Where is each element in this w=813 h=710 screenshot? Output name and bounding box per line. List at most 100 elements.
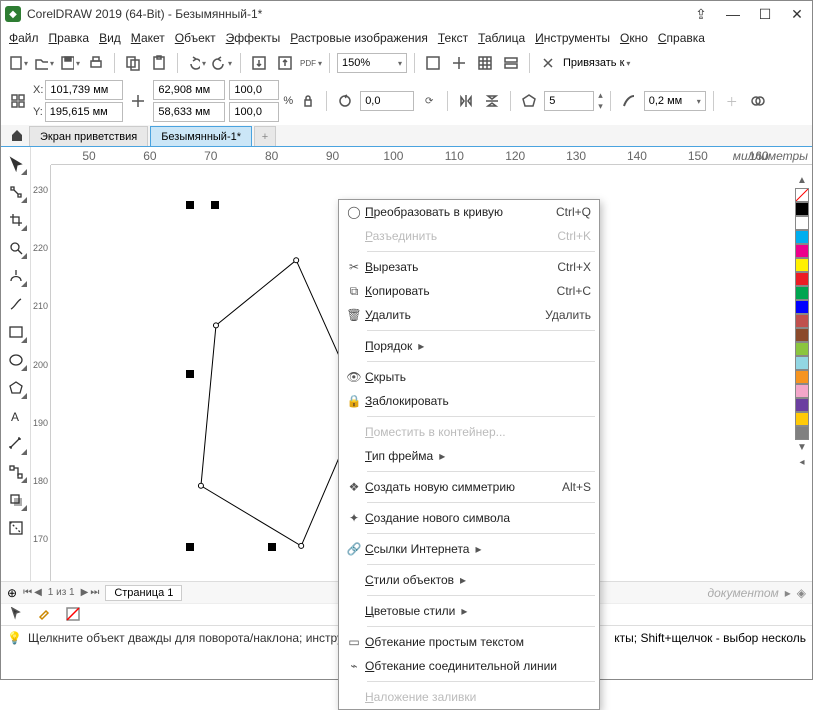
ctx-скрыть[interactable]: 👁Скрыть: [339, 365, 599, 389]
undo-button[interactable]: [185, 52, 207, 74]
swatch[interactable]: [795, 342, 809, 356]
menu-text[interactable]: Текст: [438, 31, 468, 45]
swatch[interactable]: [795, 244, 809, 258]
swatch[interactable]: [795, 258, 809, 272]
no-fill-swatch[interactable]: [795, 188, 809, 202]
ctx-создание-нового-символа[interactable]: ✦Создание нового символа: [339, 506, 599, 530]
rotate-stepper[interactable]: ⟳: [418, 90, 440, 112]
add-preset[interactable]: ＋: [721, 90, 743, 112]
export-icon[interactable]: ⇪: [690, 5, 712, 23]
menu-window[interactable]: Окно: [620, 31, 648, 45]
print-button[interactable]: [85, 52, 107, 74]
minimize-button[interactable]: —: [722, 5, 744, 23]
export-button[interactable]: [274, 52, 296, 74]
drop-shadow-tool[interactable]: [5, 489, 27, 511]
freehand-tool[interactable]: [5, 265, 27, 287]
dimension-tool[interactable]: [5, 433, 27, 455]
first-page[interactable]: ⏮: [23, 587, 32, 598]
prev-page[interactable]: ◀: [34, 587, 42, 598]
guides-button[interactable]: [500, 52, 522, 74]
zoom-tool[interactable]: [5, 237, 27, 259]
page-tab[interactable]: Страница 1: [105, 585, 182, 601]
new-button[interactable]: [7, 52, 29, 74]
ctx-стили-объектов[interactable]: Стили объектов: [339, 568, 599, 592]
tab-welcome[interactable]: Экран приветствия: [29, 126, 148, 146]
ctx-вырезать[interactable]: ✂ВырезатьCtrl+X: [339, 255, 599, 279]
ctx-заблокировать[interactable]: 🔒Заблокировать: [339, 389, 599, 413]
ctx-порядок[interactable]: Порядок: [339, 334, 599, 358]
copy-button[interactable]: [122, 52, 144, 74]
menu-effects[interactable]: Эффекты: [226, 31, 281, 45]
menu-object[interactable]: Объект: [175, 31, 216, 45]
menu-table[interactable]: Таблица: [478, 31, 525, 45]
ctx-обтекание-соединительной-линии[interactable]: ⌁Обтекание соединительной линии: [339, 654, 599, 678]
maximize-button[interactable]: ☐: [754, 5, 776, 23]
connector-tool[interactable]: [5, 461, 27, 483]
h-field[interactable]: [158, 106, 220, 118]
selection-handle[interactable]: [186, 543, 194, 551]
tab-document[interactable]: Безымянный-1*: [150, 126, 252, 146]
swatch[interactable]: [795, 202, 809, 216]
swatch[interactable]: [795, 370, 809, 384]
menu-tools[interactable]: Инструменты: [535, 31, 610, 45]
sides-stepper[interactable]: ▴▾: [598, 90, 603, 112]
snap-toggle[interactable]: [537, 52, 559, 74]
menu-help[interactable]: Справка: [658, 31, 705, 45]
save-button[interactable]: [59, 52, 81, 74]
ctx-удалить[interactable]: 🗑УдалитьУдалить: [339, 303, 599, 327]
transparency-tool[interactable]: [5, 517, 27, 539]
swatch[interactable]: [795, 230, 809, 244]
close-button[interactable]: ✕: [786, 5, 808, 23]
swatch[interactable]: [795, 300, 809, 314]
last-page[interactable]: ⏭: [90, 587, 99, 598]
nav-right[interactable]: ▸: [785, 586, 791, 600]
menu-layout[interactable]: Макет: [131, 31, 165, 45]
paste-button[interactable]: [148, 52, 170, 74]
swatch[interactable]: [795, 356, 809, 370]
ctx-преобразовать-в-кривую[interactable]: ◯Преобразовать в кривуюCtrl+Q: [339, 200, 599, 224]
menu-file[interactable]: Файл: [9, 31, 39, 45]
selection-handle[interactable]: [186, 370, 194, 378]
y-field[interactable]: [50, 106, 118, 118]
menu-view[interactable]: Вид: [99, 31, 121, 45]
swatch[interactable]: [795, 384, 809, 398]
lock-ratio[interactable]: [297, 90, 319, 112]
swatch[interactable]: [795, 398, 809, 412]
x-field[interactable]: [50, 84, 118, 96]
import-button[interactable]: [248, 52, 270, 74]
grid-button[interactable]: [474, 52, 496, 74]
mirror-v[interactable]: [481, 90, 503, 112]
rotation-field[interactable]: [365, 95, 409, 107]
home-icon[interactable]: [7, 125, 27, 145]
artistic-media-tool[interactable]: [5, 293, 27, 315]
palette-down[interactable]: ▼: [797, 442, 807, 453]
snap-dropdown[interactable]: Привязать к: [563, 57, 630, 69]
w-field[interactable]: [158, 84, 220, 96]
swatch[interactable]: [795, 314, 809, 328]
palette-expand[interactable]: ◂: [799, 457, 804, 468]
shape-tool[interactable]: [5, 181, 27, 203]
fullscreen-button[interactable]: [422, 52, 444, 74]
swatch[interactable]: [795, 426, 809, 440]
weld-button[interactable]: [747, 90, 769, 112]
swatch[interactable]: [795, 216, 809, 230]
add-page-icon[interactable]: ⊕: [7, 586, 17, 600]
next-page[interactable]: ▶: [81, 587, 89, 598]
pick-tool[interactable]: [5, 153, 27, 175]
ctx-ссылки-интернета[interactable]: 🔗Ссылки Интернета: [339, 537, 599, 561]
swatch[interactable]: [795, 272, 809, 286]
polygon-tool[interactable]: [5, 377, 27, 399]
selection-handle[interactable]: [268, 543, 276, 551]
rectangle-tool[interactable]: [5, 321, 27, 343]
swatch[interactable]: [795, 286, 809, 300]
mirror-h[interactable]: [455, 90, 477, 112]
menu-edit[interactable]: Правка: [49, 31, 90, 45]
rulers-button[interactable]: [448, 52, 470, 74]
palette-up[interactable]: ▲: [797, 175, 807, 186]
text-tool[interactable]: A: [5, 405, 27, 427]
ctx-обтекание-простым-текстом[interactable]: ▭Обтекание простым текстом: [339, 630, 599, 654]
open-button[interactable]: [33, 52, 55, 74]
ctx-цветовые-стили[interactable]: Цветовые стили: [339, 599, 599, 623]
ctx-копировать[interactable]: ⧉КопироватьCtrl+C: [339, 279, 599, 303]
sy-field[interactable]: [234, 106, 274, 118]
